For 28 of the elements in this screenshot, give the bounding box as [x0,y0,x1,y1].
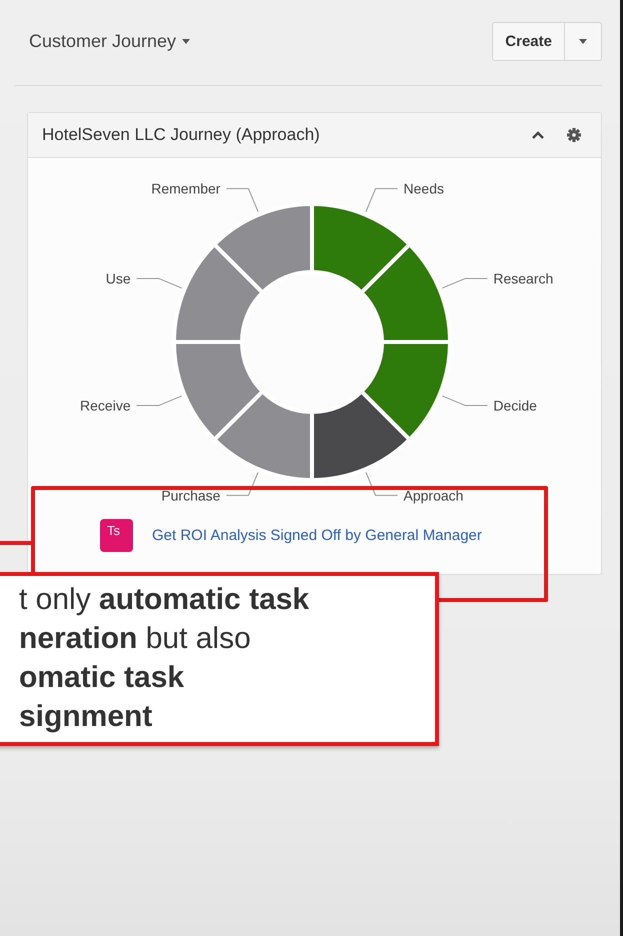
callout-text: neration but also [19,621,252,657]
task-link[interactable]: Get ROI Analysis Signed Off by General Manager [152,527,482,544]
page-title[interactable]: Customer Journey [15,31,190,52]
callout-text: t only automatic task [19,582,310,618]
leader-line [442,278,488,289]
leader-line [226,188,259,212]
leader-line [442,395,488,406]
settings-icon[interactable] [567,128,581,142]
stage-label: Approach [404,487,464,504]
stage-label: Remember [151,180,220,197]
stage-label: Decide [493,398,537,414]
caret-icon [579,39,587,44]
card-title: HotelSeven LLC Journey (Approach) [42,125,321,145]
task-badge: Ts [100,519,133,552]
leader-line [226,472,259,496]
stage-label: Purchase [161,487,220,504]
stage-label: Research [493,270,554,286]
leader-line [136,395,182,406]
leader-line [136,278,182,289]
leader-line [365,472,398,496]
stage-label: Use [106,270,131,286]
caret-icon [182,39,190,44]
callout-text: signment [19,699,154,735]
leader-line [365,188,398,212]
stage-label: Needs [404,180,444,197]
stage-label: Receive [80,398,131,414]
collapse-icon[interactable] [531,130,545,140]
callout-text: omatic task [19,660,186,696]
